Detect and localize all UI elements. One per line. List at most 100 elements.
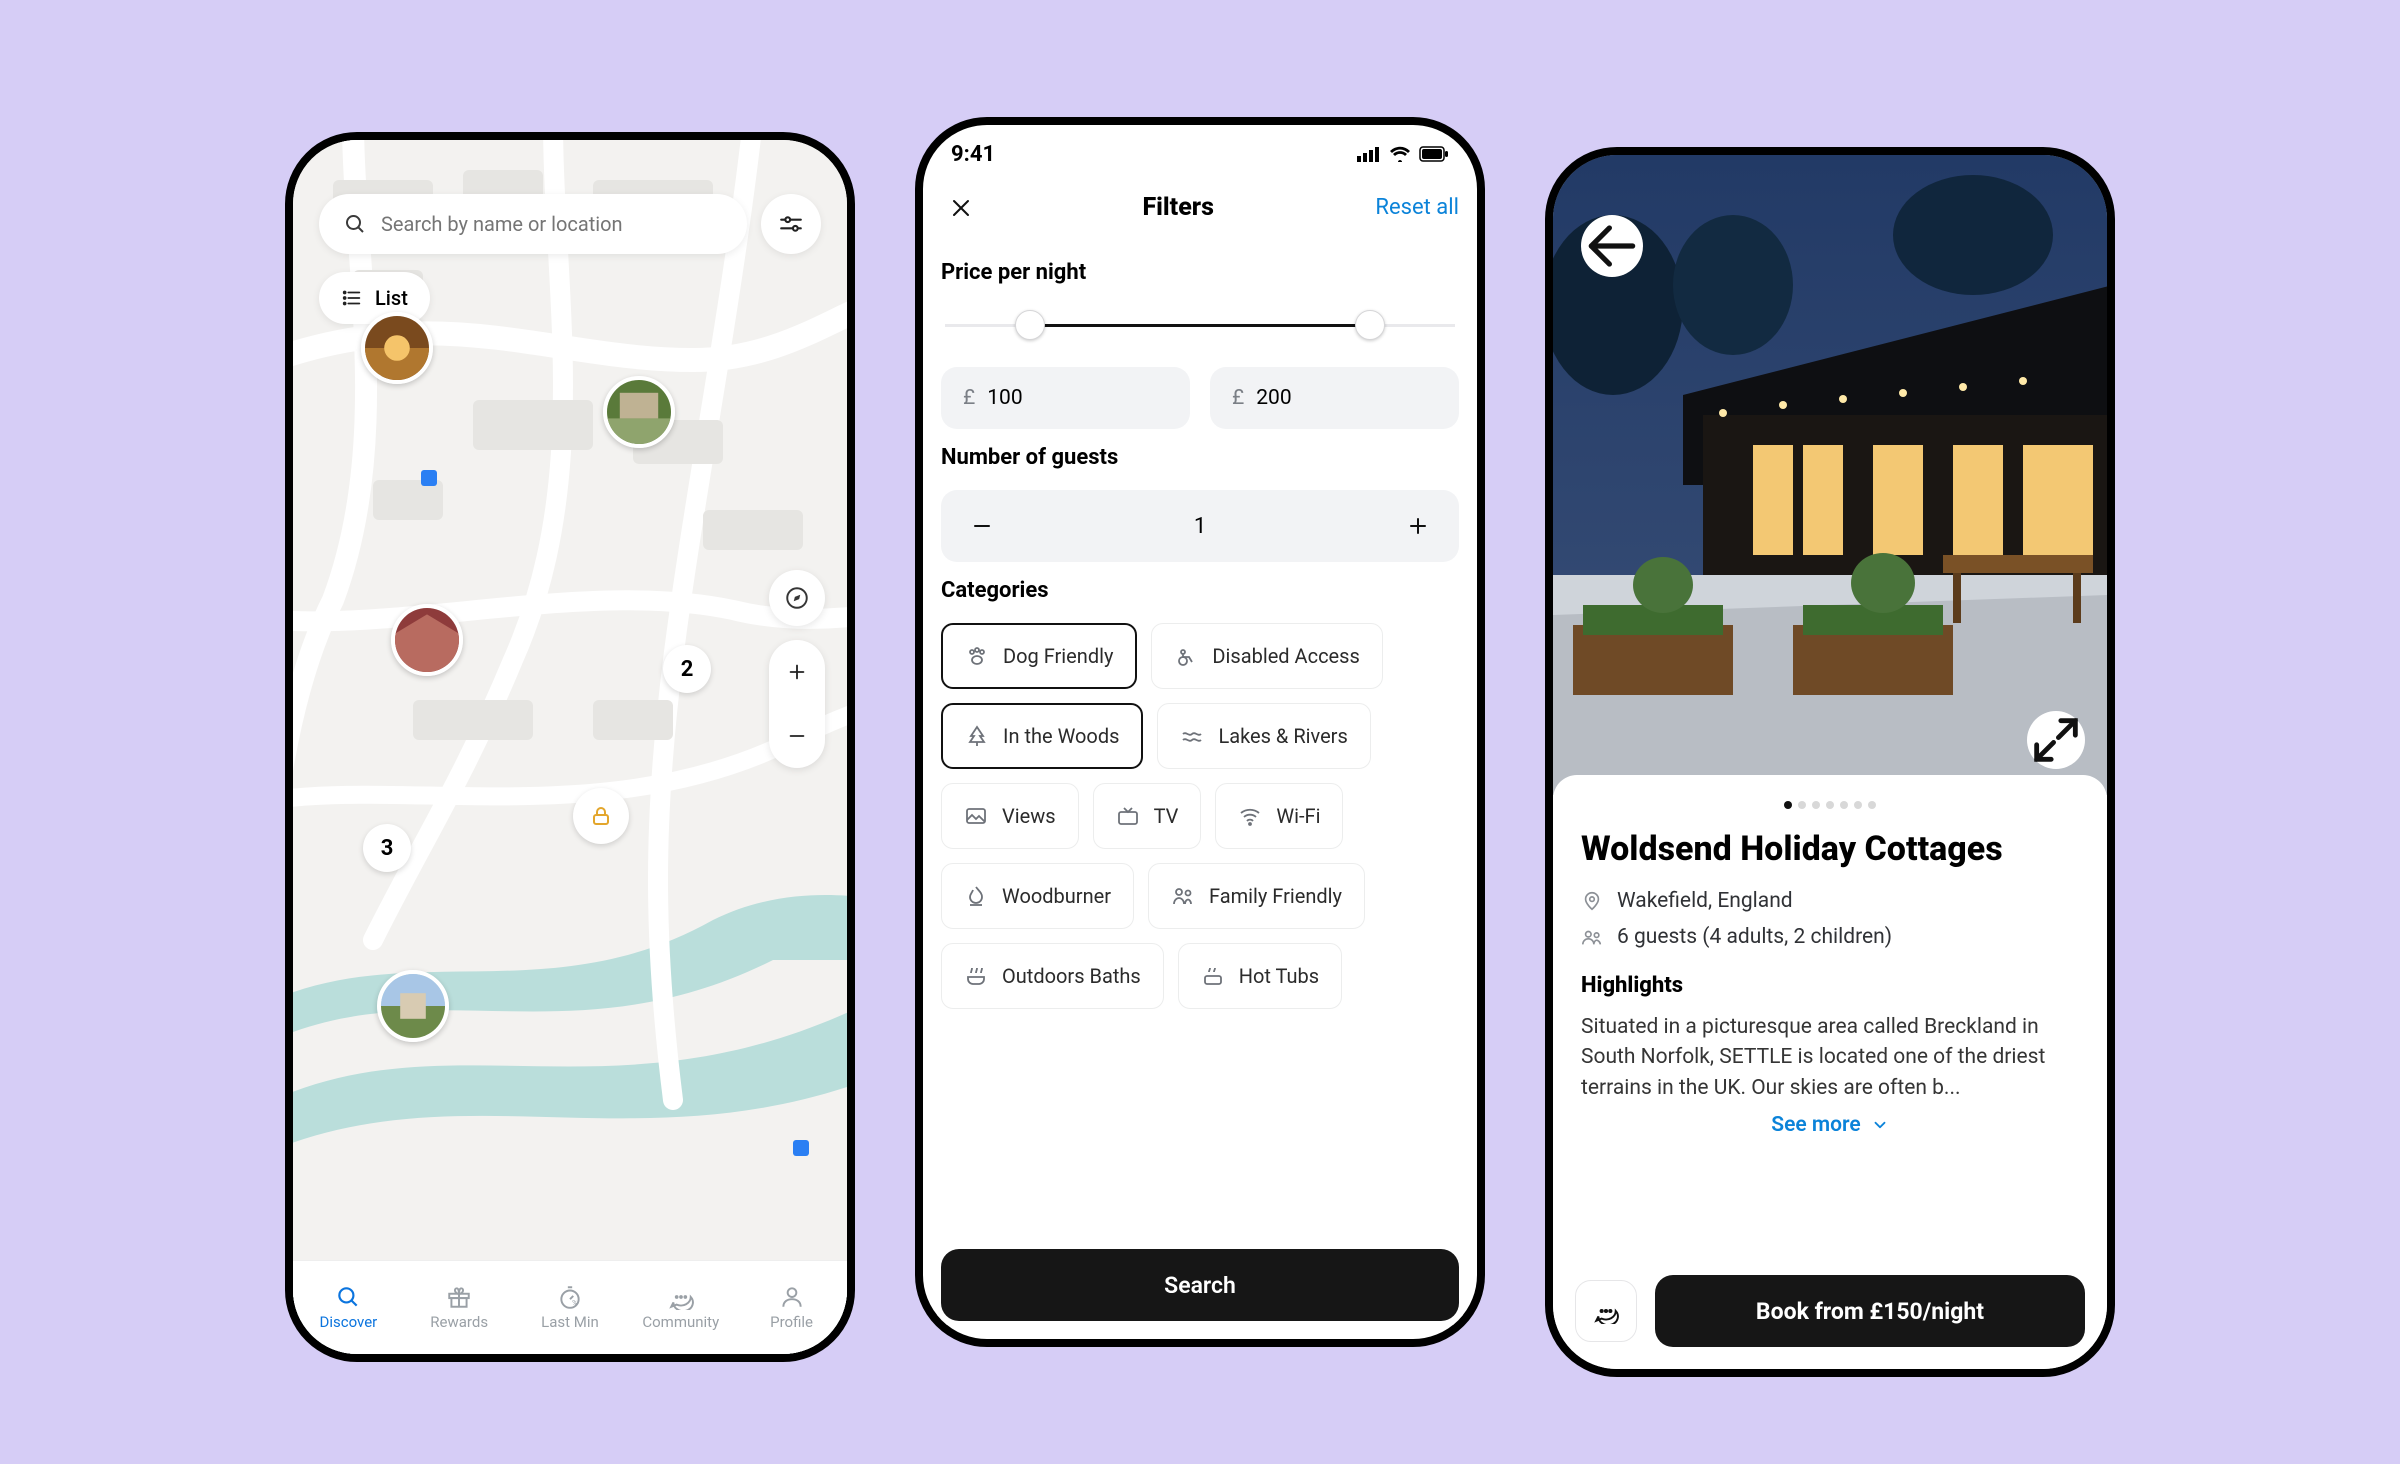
search-icon <box>335 1284 361 1310</box>
cluster-marker[interactable]: 3 <box>363 824 411 872</box>
search-input[interactable] <box>381 212 723 236</box>
compass-button[interactable] <box>769 570 825 626</box>
paw-icon <box>965 644 989 668</box>
chat-icon <box>1593 1298 1619 1324</box>
chip-wifi[interactable]: Wi-Fi <box>1215 783 1343 849</box>
property-pin[interactable] <box>603 376 675 448</box>
minus-icon <box>786 725 808 747</box>
cluster-marker[interactable]: 2 <box>663 645 711 693</box>
filter-button[interactable] <box>761 194 821 254</box>
tab-bar: Discover Rewards % Last Min Community Pr… <box>293 1260 847 1354</box>
sliders-icon <box>778 211 804 237</box>
tab-label: Discover <box>320 1313 378 1331</box>
property-pin[interactable] <box>361 312 433 384</box>
highlights-text: Situated in a picturesque area called Br… <box>1581 1012 2079 1103</box>
lock-icon <box>589 804 613 828</box>
flame-icon <box>964 884 988 908</box>
chip-tv[interactable]: TV <box>1093 783 1202 849</box>
plus-icon <box>786 661 808 683</box>
tab-discover[interactable]: Discover <box>293 1261 404 1354</box>
guests-label: Number of guests <box>941 445 1459 470</box>
chip-outdoor-baths[interactable]: Outdoors Baths <box>941 943 1164 1009</box>
stopwatch-icon: % <box>557 1284 583 1310</box>
expand-icon <box>2027 711 2085 769</box>
chip-lakes-rivers[interactable]: Lakes & Rivers <box>1157 703 1370 769</box>
book-button[interactable]: Book from £150/night <box>1655 1275 2085 1347</box>
tab-rewards[interactable]: Rewards <box>404 1261 515 1354</box>
profile-icon <box>779 1284 805 1310</box>
chevron-down-icon <box>1871 1116 1889 1134</box>
back-button[interactable] <box>1581 215 1643 277</box>
map-marker-icon <box>793 1140 809 1156</box>
search-bar[interactable] <box>319 194 747 254</box>
cellular-icon <box>1357 146 1381 162</box>
tv-icon <box>1116 804 1140 828</box>
price-min-input[interactable]: £100 <box>941 367 1190 429</box>
chip-disabled-access[interactable]: Disabled Access <box>1151 623 1382 689</box>
slider-thumb-max[interactable] <box>1355 310 1385 340</box>
property-pin[interactable] <box>391 604 463 676</box>
pin-icon <box>1581 890 1603 912</box>
carousel-dots[interactable] <box>1581 801 2079 809</box>
see-more-button[interactable]: See more <box>1581 1113 2079 1137</box>
close-icon <box>949 196 973 220</box>
chip-hot-tubs[interactable]: Hot Tubs <box>1178 943 1342 1009</box>
locked-pin[interactable] <box>573 788 629 844</box>
chip-family-friendly[interactable]: Family Friendly <box>1148 863 1365 929</box>
battery-icon <box>1419 146 1449 162</box>
phone-detail: Woldsend Holiday Cottages Wakefield, Eng… <box>1545 147 2115 1377</box>
clock: 9:41 <box>951 142 995 167</box>
wifi-icon <box>1389 146 1411 162</box>
highlights-title: Highlights <box>1581 973 2079 998</box>
guest-stepper: 1 <box>941 490 1459 562</box>
property-pin[interactable] <box>377 970 449 1042</box>
price-label: Price per night <box>941 260 1459 285</box>
hero-image[interactable] <box>1553 155 2107 795</box>
search-icon <box>343 212 367 236</box>
expand-button[interactable] <box>2027 711 2085 769</box>
compass-icon <box>784 585 810 611</box>
close-button[interactable] <box>941 196 981 220</box>
chip-views[interactable]: Views <box>941 783 1079 849</box>
chat-icon <box>668 1284 694 1310</box>
people-icon <box>1581 926 1603 948</box>
arrow-left-icon <box>1581 215 1643 277</box>
tab-label: Rewards <box>430 1313 488 1331</box>
price-slider[interactable] <box>945 305 1455 345</box>
tab-label: Community <box>642 1313 719 1331</box>
slider-thumb-min[interactable] <box>1015 310 1045 340</box>
chip-in-the-woods[interactable]: In the Woods <box>941 703 1143 769</box>
map-marker-icon <box>421 470 437 486</box>
reset-button[interactable]: Reset all <box>1375 195 1459 220</box>
list-toggle-label: List <box>375 286 408 310</box>
waves-icon <box>1180 724 1204 748</box>
chip-woodburner[interactable]: Woodburner <box>941 863 1134 929</box>
phone-discover: List 2 3 Discover <box>285 132 855 1362</box>
picture-icon <box>964 804 988 828</box>
chat-button[interactable] <box>1575 1280 1637 1342</box>
family-icon <box>1171 884 1195 908</box>
property-title: Woldsend Holiday Cottages <box>1581 829 2079 869</box>
chip-dog-friendly[interactable]: Dog Friendly <box>941 623 1137 689</box>
tab-label: Profile <box>770 1313 813 1331</box>
wheelchair-icon <box>1174 644 1198 668</box>
tab-lastmin[interactable]: % Last Min <box>515 1261 626 1354</box>
price-max-input[interactable]: £200 <box>1210 367 1459 429</box>
tab-profile[interactable]: Profile <box>736 1261 847 1354</box>
svg-text:%: % <box>572 1299 578 1308</box>
filters-header: Filters Reset all <box>923 183 1477 234</box>
wifi-icon <box>1238 804 1262 828</box>
tree-icon <box>965 724 989 748</box>
search-button[interactable]: Search <box>941 1249 1459 1321</box>
categories-label: Categories <box>941 578 1459 603</box>
tab-community[interactable]: Community <box>625 1261 736 1354</box>
guest-decrement[interactable] <box>955 499 1009 553</box>
minus-icon <box>970 514 994 538</box>
plus-icon <box>1406 514 1430 538</box>
guest-increment[interactable] <box>1391 499 1445 553</box>
status-bar: 9:41 <box>923 125 1477 183</box>
zoom-out-button[interactable] <box>769 704 825 768</box>
tab-label: Last Min <box>541 1313 599 1331</box>
zoom-in-button[interactable] <box>769 640 825 704</box>
filters-title: Filters <box>1142 193 1213 222</box>
